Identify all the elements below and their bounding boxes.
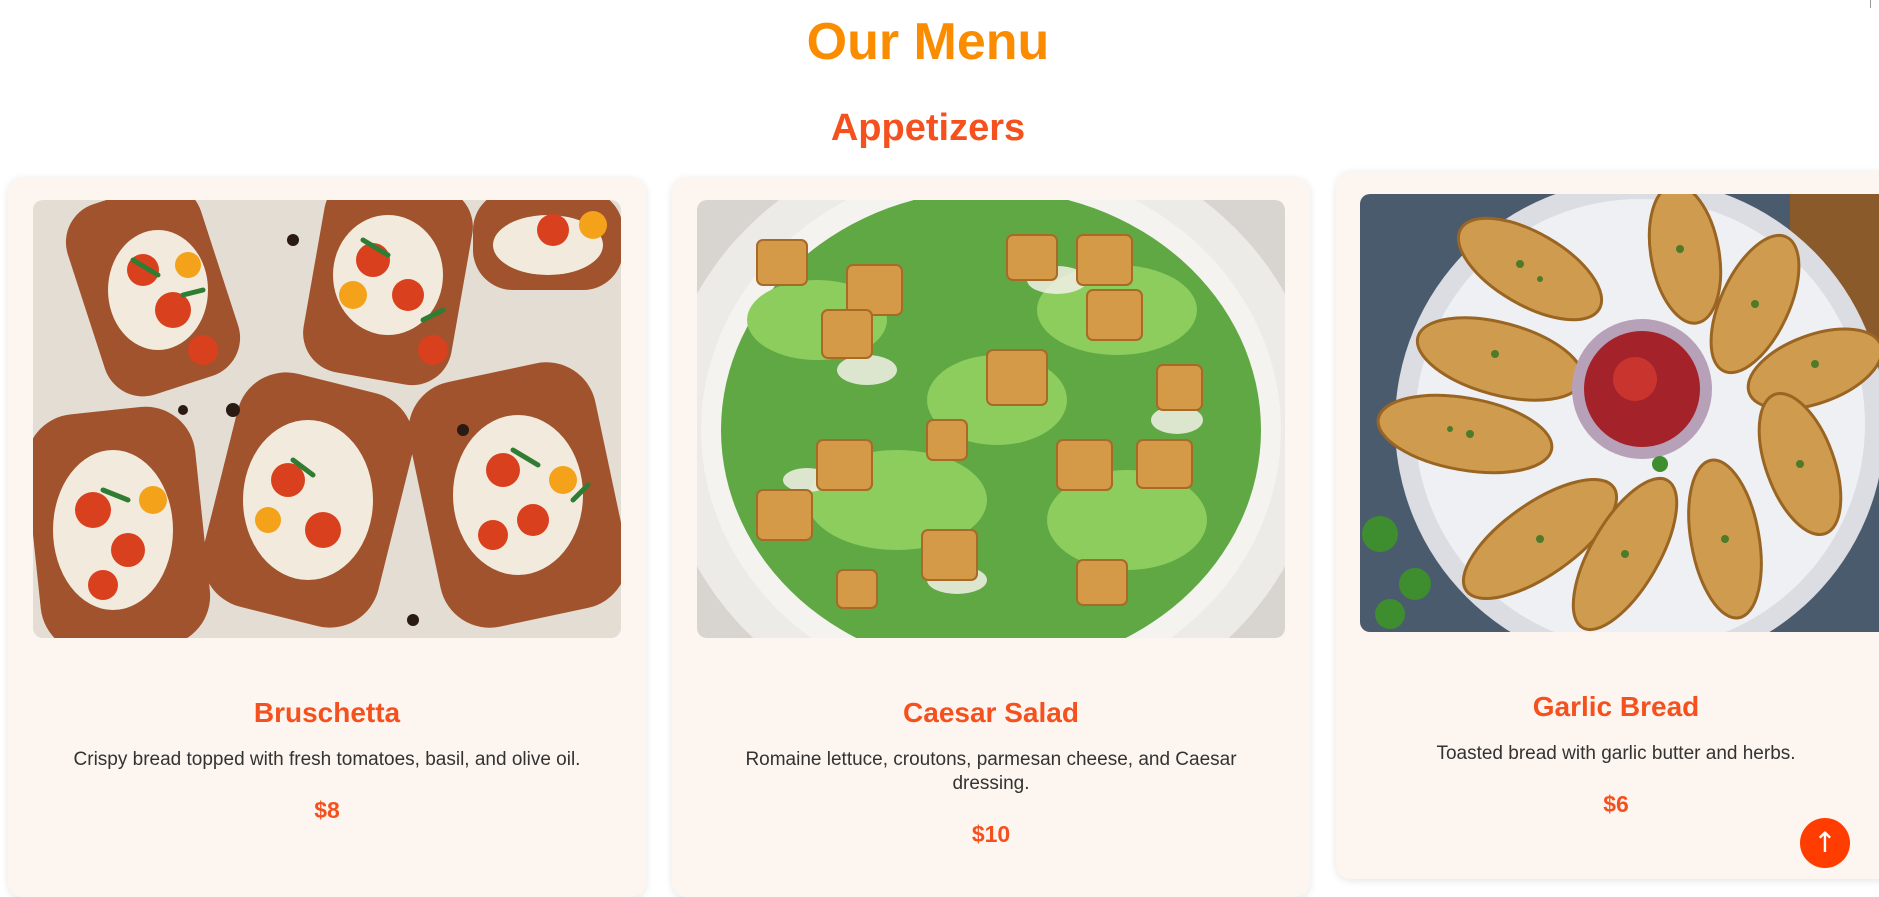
scroll-to-top-button[interactable]: ↑ bbox=[1800, 818, 1850, 868]
menu-card-bruschetta: Bruschetta Crispy bread topped with fres… bbox=[8, 177, 646, 897]
item-price: $6 bbox=[1603, 791, 1629, 817]
item-name: Garlic Bread bbox=[1532, 691, 1700, 722]
section-title-appetizers: Appetizers bbox=[830, 107, 1026, 149]
item-price: $8 bbox=[314, 797, 340, 823]
garlic-bread-image bbox=[1360, 194, 1879, 632]
menu-card-garlic-bread: Garlic Bread Toasted bread with garlic b… bbox=[1336, 171, 1879, 879]
item-name: Caesar Salad bbox=[903, 697, 1079, 728]
item-price: $10 bbox=[971, 821, 1011, 847]
bruschetta-image bbox=[33, 200, 621, 638]
item-name: Bruschetta bbox=[253, 697, 401, 728]
arrow-up-icon: ↑ bbox=[1813, 826, 1837, 859]
item-description: Toasted bread with garlic butter and her… bbox=[1436, 743, 1796, 764]
scrollbar-thumb[interactable] bbox=[1870, 0, 1877, 8]
caesar-salad-image bbox=[697, 200, 1285, 638]
page-title: Our Menu bbox=[806, 13, 1050, 71]
item-description: Crispy bread topped with fresh tomatoes,… bbox=[73, 749, 581, 770]
menu-card-caesar-salad: Caesar Salad Romaine lettuce, croutons, … bbox=[672, 177, 1310, 897]
item-description: Romaine lettuce, croutons, parmesan chee… bbox=[745, 749, 1237, 794]
